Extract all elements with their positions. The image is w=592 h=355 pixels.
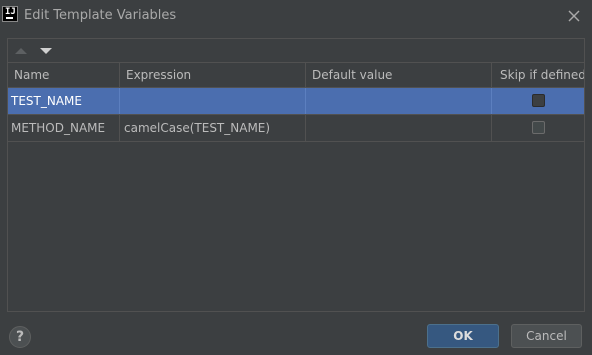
move-down-button[interactable]: [38, 43, 54, 59]
cell-default-value[interactable]: [305, 88, 491, 114]
intellij-icon: IJ: [2, 6, 18, 22]
column-header-skip-if-defined[interactable]: Skip if defined: [491, 63, 584, 87]
column-header-expression[interactable]: Expression: [119, 63, 305, 87]
help-button[interactable]: ?: [9, 326, 31, 348]
app-icon-glyph: IJ: [5, 7, 16, 17]
app-icon-bar: [6, 17, 13, 19]
ok-button[interactable]: OK: [427, 324, 499, 348]
cell-name[interactable]: TEST_NAME: [8, 88, 119, 114]
column-header-default-value[interactable]: Default value: [305, 63, 491, 87]
close-button[interactable]: [564, 6, 584, 26]
skip-if-defined-checkbox[interactable]: [532, 94, 545, 107]
cell-expression[interactable]: [119, 88, 305, 114]
cell-default-value[interactable]: [305, 115, 491, 141]
cell-name[interactable]: METHOD_NAME: [8, 115, 119, 141]
move-up-button[interactable]: [13, 43, 29, 59]
cell-skip-if-defined: [491, 115, 584, 141]
variables-table: Name Expression Default value Skip if de…: [7, 62, 585, 312]
title-bar: IJ Edit Template Variables: [0, 0, 592, 32]
cell-expression[interactable]: camelCase(TEST_NAME): [119, 115, 305, 141]
cell-skip-if-defined: [491, 88, 584, 114]
table-header: Name Expression Default value Skip if de…: [8, 63, 584, 88]
table-row[interactable]: METHOD_NAME camelCase(TEST_NAME): [8, 115, 584, 142]
edit-template-variables-dialog: IJ Edit Template Variables Name Expressi…: [0, 0, 592, 355]
table-row[interactable]: TEST_NAME: [8, 88, 584, 115]
triangle-up-icon: [15, 48, 27, 54]
close-icon: [568, 10, 580, 22]
triangle-down-icon: [40, 48, 52, 54]
cancel-button[interactable]: Cancel: [511, 324, 582, 348]
skip-if-defined-checkbox[interactable]: [532, 121, 545, 134]
dialog-title: Edit Template Variables: [24, 8, 177, 23]
column-header-name[interactable]: Name: [8, 63, 119, 87]
table-toolbar: [7, 38, 585, 62]
